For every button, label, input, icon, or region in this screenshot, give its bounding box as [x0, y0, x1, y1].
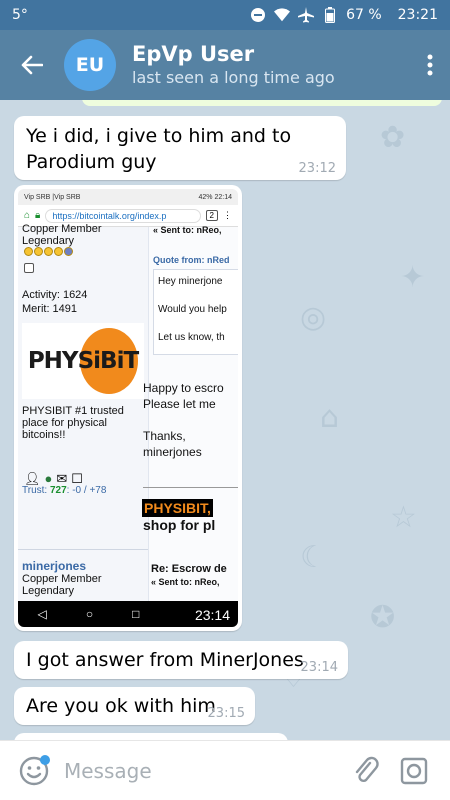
paperclip-icon: [355, 756, 379, 782]
coin-icon: [44, 247, 53, 256]
signature-name: minerjones: [143, 445, 202, 459]
username-link: minerjones: [22, 559, 87, 573]
user2-rank: Copper Member: [22, 573, 102, 585]
back-button[interactable]: [0, 30, 64, 100]
physibit-logo: PHYSiBiT: [22, 323, 144, 399]
trust-value: 727: [49, 485, 67, 496]
thanks-line: Thanks,: [143, 429, 186, 443]
battery-icon: [322, 7, 338, 23]
screenshot-carrier: Vip SRB |Vip SRB: [24, 193, 81, 201]
reply-line: Please let me: [143, 397, 216, 411]
attached-screenshot[interactable]: Vip SRB |Vip SRB 42% 22:14 ⌂ 🔒︎ https://…: [18, 189, 238, 627]
post-title: Re: Escrow de: [151, 563, 227, 575]
dnd-icon: [250, 7, 266, 23]
chat-header: EU EpVp User last seen a long time ago: [0, 30, 450, 100]
message-text: I got answer from MinerJones: [26, 649, 304, 671]
attach-button[interactable]: [342, 749, 390, 793]
status-time: 23:21: [397, 7, 438, 23]
chat-area[interactable]: ✿ ◎ ✦ ⌂ ☆ ☾ ✪ ♡ Ye i did, i give to him …: [0, 100, 450, 740]
user2-rank-level: Legendary: [22, 585, 74, 597]
lock-icon: 🔒︎: [35, 210, 41, 221]
message-composer: [0, 740, 450, 800]
forum-left-column: Copper Member Legendary Activity: 1624 M…: [18, 223, 238, 601]
status-icons: 67 % 23:21: [250, 7, 438, 23]
star-doodle-icon: ☆: [390, 500, 417, 535]
merit-count: Merit: 1491: [22, 303, 78, 315]
logo-text: PHYSiBiT: [27, 348, 139, 374]
photo-time: 23:14: [194, 607, 230, 623]
coin-icon: [64, 247, 73, 256]
home-icon: ⌂: [24, 210, 31, 221]
house-doodle-icon: ⌂: [320, 400, 340, 435]
more-vertical-icon: [427, 54, 433, 76]
sent-to-line: « Sent to: nReo,: [153, 225, 222, 235]
quote-header: Quote from: nRed: [153, 255, 230, 265]
battery-percent: 67 %: [346, 7, 382, 23]
nav-home-icon: ○: [85, 607, 94, 621]
message-bubble-partial[interactable]: [14, 733, 288, 740]
coin-icon: [34, 247, 43, 256]
arrow-left-icon: [21, 55, 43, 75]
emoji-button[interactable]: [12, 749, 56, 793]
screenshot-url: https://bitcointalk.org/index.p: [45, 208, 201, 223]
message-input[interactable]: [56, 750, 342, 791]
status-bar: 5° 67 % 23:21: [0, 0, 450, 30]
activity-count: Activity: 1624: [22, 289, 88, 301]
previous-outgoing-bubble: [82, 100, 442, 106]
ball-doodle-icon: ◎: [300, 300, 327, 335]
camera-button[interactable]: [390, 749, 438, 793]
avatar[interactable]: EU: [64, 39, 116, 91]
message-time: 23:12: [298, 161, 336, 176]
camera-icon: [400, 757, 428, 784]
message-time: 23:15: [207, 706, 245, 721]
trust-label: Trust:: [22, 485, 48, 496]
quote-line: Would you help: [158, 304, 227, 315]
quote-box: Hey minerjone Would you help Let us know…: [153, 269, 238, 355]
message-time: 23:14: [300, 660, 338, 675]
forum-page: Copper Member Legendary Activity: 1624 M…: [18, 223, 238, 601]
reply-line: Happy to escro: [143, 381, 224, 395]
photo-message[interactable]: Vip SRB |Vip SRB 42% 22:14 ⌂ 🔒︎ https://…: [14, 185, 242, 631]
dog-doodle-icon: ✪: [370, 600, 396, 635]
message-bubble[interactable]: Ye i did, i give to him and to Parodium …: [14, 116, 346, 180]
moon-doodle-icon: ☾: [300, 540, 327, 575]
cat-doodle-icon: ✿: [380, 120, 406, 155]
shop-line: shop for pl: [143, 517, 216, 533]
sig-divider: [143, 487, 238, 488]
coin-icon: [24, 247, 33, 256]
message-bubble[interactable]: Are you ok with him 23:15: [14, 687, 255, 725]
more-menu-button[interactable]: [410, 30, 450, 100]
screenshot-status-bar: Vip SRB |Vip SRB 42% 22:14: [18, 189, 238, 205]
message-bubble[interactable]: I got answer from MinerJones 23:14: [14, 641, 348, 679]
chat-title: EpVp User: [132, 42, 255, 66]
kebab-icon: ⋮: [223, 210, 232, 220]
message-text: Ye i did, i give to him and to Parodium …: [26, 125, 292, 173]
checkbox-icon: [24, 263, 34, 273]
physibit-badge: PHYSIBIT,: [142, 499, 213, 517]
coin-icon: [54, 247, 63, 256]
trust-rest: : -0 / +78: [66, 485, 107, 496]
airplane-icon: [298, 7, 315, 23]
chat-title-block[interactable]: EpVp User last seen a long time ago: [132, 41, 410, 89]
signature-text: PHYSIBIT #1 trusted place for physical b…: [22, 405, 124, 441]
member-rank-level: Legendary: [22, 235, 74, 247]
tab-count: 2: [205, 210, 218, 221]
nav-back-icon: ◁: [37, 607, 47, 621]
coin-badges: [24, 247, 73, 256]
quote-line: Let us know, th: [158, 332, 225, 343]
quote-line: Hey minerjone: [158, 276, 223, 287]
nav-recents-icon: □: [132, 607, 140, 621]
notification-dot: [40, 754, 50, 765]
sent-to-line: « Sent to: nReo,: [151, 577, 220, 587]
last-seen-status: last seen a long time ago: [132, 68, 335, 87]
wifi-icon: [274, 7, 291, 23]
forum-right-column: « Sent to: nReo, Quote from: nRed Hey mi…: [143, 225, 238, 601]
bone-doodle-icon: ✦: [400, 260, 426, 295]
screenshot-status-right: 42% 22:14: [198, 193, 232, 201]
status-temperature: 5°: [12, 7, 28, 23]
member-rank: Copper Member: [22, 223, 102, 235]
trust-line: Trust: 727: -0 / +78: [22, 485, 106, 496]
